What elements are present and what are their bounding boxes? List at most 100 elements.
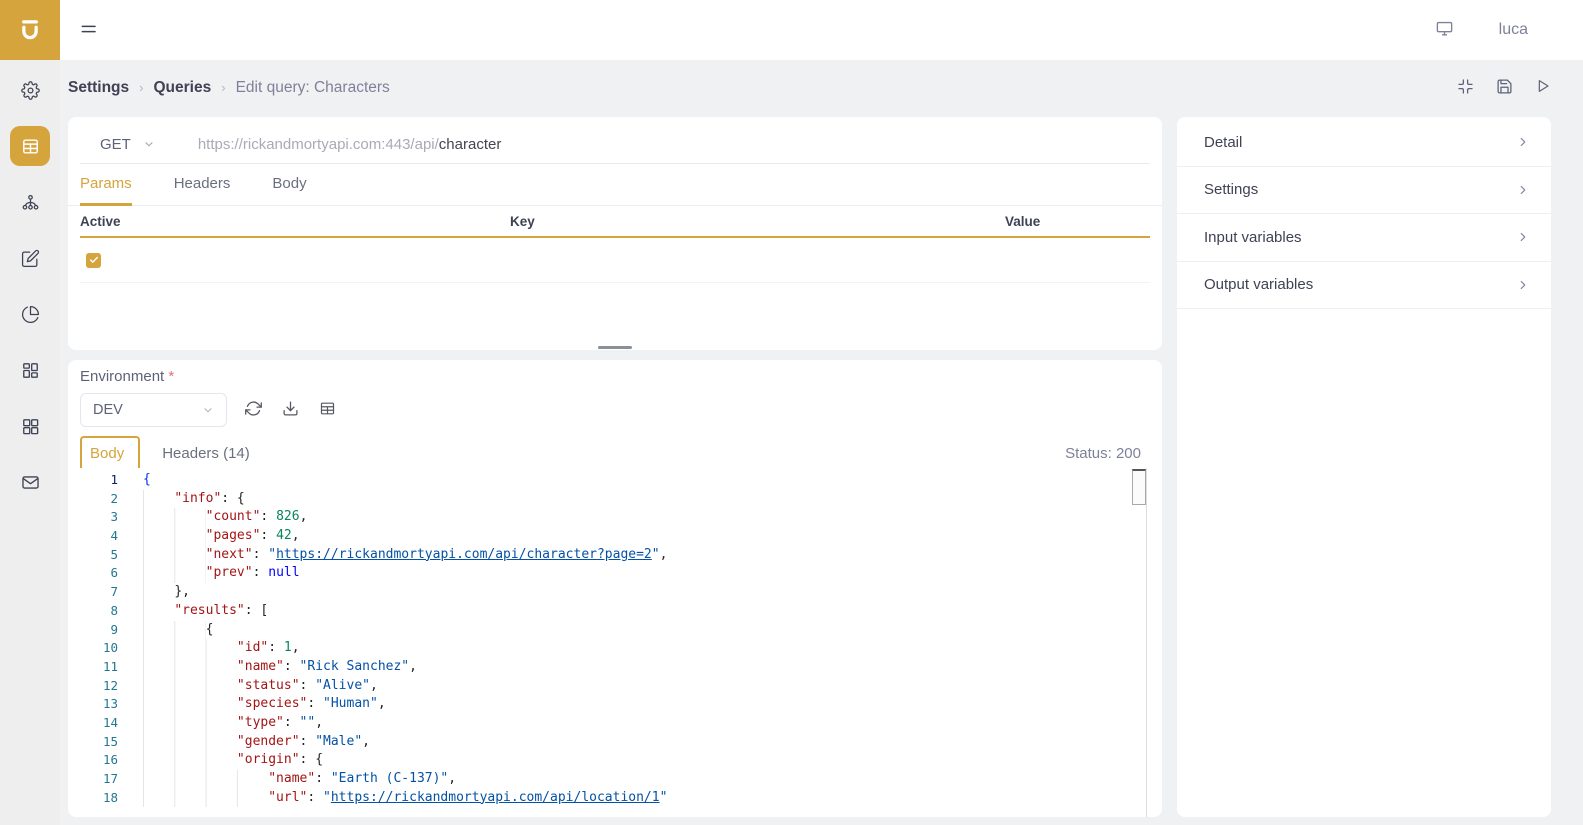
sidebar-item-layout[interactable] (10, 350, 50, 390)
main-area: Settings › Queries › Edit query: Characters … (60, 60, 1583, 825)
line-number: 1 (110, 472, 118, 487)
hierarchy-icon (21, 193, 40, 212)
sidebar-item-grid[interactable] (10, 406, 50, 446)
breadcrumb-item-settings[interactable]: Settings (68, 79, 129, 97)
breadcrumb-actions (1457, 78, 1551, 98)
chevron-right-icon (1516, 230, 1530, 244)
topbar: luca (60, 0, 1583, 60)
line-number: 5 (110, 546, 118, 562)
breadcrumb-item-edit-query-characters: Edit query: Characters (235, 78, 390, 96)
mail-icon (21, 473, 40, 492)
breadcrumb: Settings › Queries › Edit query: Characters (68, 79, 390, 97)
line-number: 17 (102, 771, 118, 786)
code-line: 14 "type": "", (80, 713, 1146, 733)
edit-icon (21, 249, 40, 268)
line-number: 18 (102, 789, 118, 805)
code-line: 16 "origin": { (80, 751, 1146, 770)
code-line: 17 "name": "Earth (C-137)", (80, 770, 1146, 789)
code-line: 1{ (80, 471, 1146, 490)
line-number: 3 (110, 509, 118, 525)
chevron-right-icon (1516, 278, 1530, 292)
refresh-icon[interactable] (245, 400, 262, 420)
line-number: 8 (110, 602, 118, 618)
request-row: GET https://rickandmortyapi.com:443/api/… (80, 125, 1150, 164)
status-badge: Status: 200 (1065, 445, 1141, 462)
app-logo[interactable] (0, 0, 60, 60)
line-number: 12 (102, 677, 118, 693)
param-active-checkbox[interactable] (86, 252, 101, 268)
editor-lines: 1{2 "info": {3 "count": 826, 4 "pages": 4… (80, 471, 1146, 808)
tab-params[interactable]: Params (80, 165, 132, 206)
sidebar-item-table[interactable] (10, 126, 50, 166)
json-url-link[interactable]: https://rickandmortyapi.com/api/characte… (276, 547, 652, 562)
table-icon[interactable] (319, 400, 336, 420)
tab-response-body[interactable]: Body (80, 435, 141, 472)
line-number: 10 (102, 640, 118, 656)
environment-value: DEV (93, 402, 123, 418)
chevron-right-icon (1516, 183, 1530, 197)
breadcrumb-bar: Settings › Queries › Edit query: Characters (60, 60, 1583, 115)
user-menu[interactable]: luca (1499, 21, 1528, 39)
column-key: Key (510, 213, 535, 229)
breadcrumb-item-queries[interactable]: Queries (154, 79, 212, 97)
code-line: 6 "prev": null (80, 564, 1146, 584)
code-line: 9 { (80, 620, 1146, 640)
run-icon[interactable] (1535, 78, 1551, 97)
tab-label: Body (90, 444, 125, 462)
panel-resize-handle[interactable] (598, 346, 632, 349)
response-editor[interactable]: 1{2 "info": {3 "count": 826, 4 "pages": 4… (80, 468, 1147, 817)
content: GET https://rickandmortyapi.com:443/api/… (60, 115, 1583, 825)
column-active: Active (80, 213, 121, 229)
response-tabs: Body Headers (14) Status: 200 (80, 435, 1141, 472)
code-line: 7 }, (80, 583, 1146, 602)
url-prefix: https://rickandmortyapi.com:443/api/ (197, 135, 439, 153)
accordion-item-input-variables[interactable]: Input variables (1177, 214, 1551, 262)
accordion-item-output-variables[interactable]: Output variables (1177, 262, 1551, 309)
accordion-label: Settings (1204, 181, 1259, 199)
request-tabs: Params Headers Body (68, 164, 1162, 206)
sidebar-item-hierarchy[interactable] (10, 182, 50, 222)
accordion-label: Output variables (1204, 276, 1314, 294)
code-line: 18 "url": "https://rickandmortyapi.com/a… (80, 788, 1146, 808)
monitor-icon[interactable] (1435, 19, 1454, 41)
sidebar-item-gear[interactable] (10, 70, 50, 110)
code-line: 15 "gender": "Male", (80, 732, 1146, 752)
editor-scrollbar[interactable] (1132, 469, 1146, 505)
sidebar (0, 0, 60, 825)
query-editor-column: GET https://rickandmortyapi.com:443/api/… (68, 117, 1162, 817)
save-icon[interactable] (1496, 78, 1513, 98)
line-number: 11 (102, 658, 118, 674)
code-line: 12 "status": "Alive", (80, 676, 1146, 696)
breadcrumb-separator: › (221, 80, 226, 95)
line-number: 7 (110, 584, 118, 600)
compress-icon[interactable] (1457, 78, 1474, 98)
json-url-link[interactable]: https://rickandmortyapi.com/api/location… (331, 790, 660, 805)
line-number: 6 (110, 565, 118, 581)
sidebar-item-pie-chart[interactable] (10, 294, 50, 334)
hamburger-icon[interactable] (80, 20, 98, 41)
code-line: 13 "species": "Human", (80, 695, 1146, 714)
code-line: 10 "id": 1, (80, 639, 1146, 658)
environment-tools (245, 400, 336, 420)
download-icon[interactable] (282, 400, 299, 420)
environment-select[interactable]: DEV (80, 393, 227, 427)
sidebar-item-edit[interactable] (10, 238, 50, 278)
url-input[interactable]: https://rickandmortyapi.com:443/api/char… (175, 136, 1150, 153)
line-number: 15 (102, 733, 118, 749)
chevron-down-icon (143, 138, 155, 150)
environment-label: Environment * (80, 368, 175, 385)
environment-row: DEV (80, 393, 1150, 427)
method-select[interactable]: GET (80, 136, 175, 153)
accordion-label: Detail (1204, 133, 1243, 151)
tab-body[interactable]: Body (272, 165, 306, 206)
sidebar-item-mail[interactable] (10, 462, 50, 502)
line-number: 16 (102, 752, 118, 768)
tab-response-headers[interactable]: Headers (14) (162, 445, 250, 462)
code-line: 3 "count": 826, (80, 508, 1146, 528)
tab-headers[interactable]: Headers (174, 165, 231, 206)
accordion-item-detail[interactable]: Detail (1177, 119, 1551, 167)
environment-block: Environment * DEV (68, 360, 1162, 427)
table-row (80, 238, 1150, 283)
accordion-item-settings[interactable]: Settings (1177, 167, 1551, 214)
code-line: 8 "results": [ (80, 601, 1146, 621)
